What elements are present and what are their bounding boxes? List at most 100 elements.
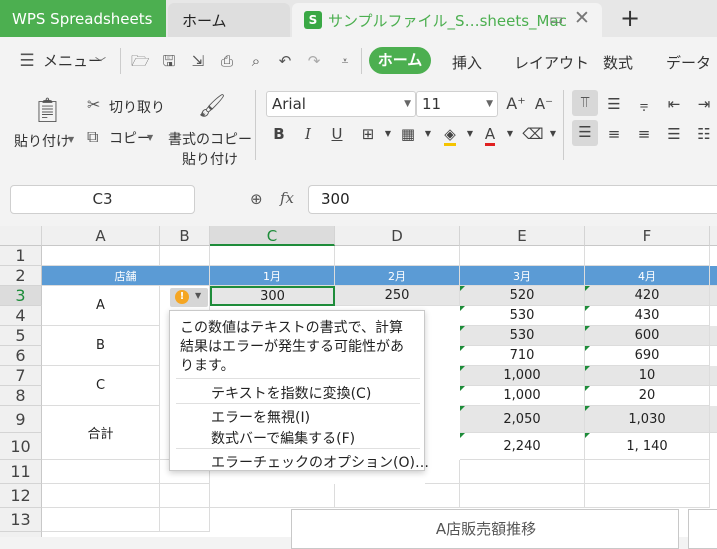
row-header[interactable]: 8 [0, 386, 42, 406]
chevron-down-icon[interactable]: ▼ [68, 135, 74, 144]
cell-a2[interactable]: 店舗 [42, 266, 210, 286]
cell-a3[interactable]: A [42, 286, 160, 326]
menu-tab-layout[interactable]: レイアウト [514, 52, 589, 73]
cell-d3[interactable]: 250 [335, 286, 460, 306]
cell-a9[interactable]: 合計 [42, 406, 160, 460]
row-header[interactable]: 2 [0, 266, 42, 286]
open-folder-icon[interactable]: 🗁 [131, 52, 150, 70]
error-check-button[interactable]: ! ▼ [170, 288, 208, 307]
print-icon[interactable]: ⎙ [218, 52, 236, 70]
col-header-a[interactable]: A [42, 226, 160, 246]
cell-d2[interactable]: 2月 [335, 266, 460, 286]
cell-e12[interactable] [460, 484, 585, 508]
align-middle-icon[interactable]: ☰ [602, 92, 626, 116]
copy-button[interactable]: コピー [109, 128, 151, 148]
cell-a12[interactable] [42, 484, 160, 508]
row-header[interactable]: 7 [0, 366, 42, 386]
cell-f3[interactable]: 420 [585, 286, 710, 306]
hamburger-icon[interactable]: ☰ [18, 52, 36, 70]
cell-f12[interactable] [585, 484, 710, 508]
copy-icon[interactable]: ⧉ [87, 127, 98, 147]
cell-g5[interactable] [710, 326, 717, 346]
cell-a5[interactable]: B [42, 326, 160, 366]
row-header[interactable]: 13 [0, 508, 42, 532]
paste-icon[interactable]: 📋︎ [32, 96, 62, 124]
distribute-icon[interactable]: ☷ [692, 122, 716, 146]
align-bottom-icon[interactable]: ⩦ [632, 92, 656, 116]
paste-button[interactable]: 貼り付け [14, 131, 70, 151]
cell-g2[interactable] [710, 266, 717, 286]
cut-button[interactable]: 切り取り [109, 97, 165, 117]
more-icon[interactable]: ⩡ [336, 52, 354, 70]
cell-e3[interactable]: 520 [460, 286, 585, 306]
align-right-icon[interactable]: ≡ [632, 122, 656, 146]
row-header[interactable]: 6 [0, 346, 42, 366]
cell-g3[interactable] [710, 286, 717, 306]
cell-e9[interactable]: 2,050 [460, 406, 585, 433]
cell-a13[interactable] [42, 508, 160, 532]
cell-f11[interactable] [585, 460, 710, 484]
cell-f5[interactable]: 600 [585, 326, 710, 346]
close-icon[interactable]: ✕ [574, 7, 590, 29]
row-header[interactable]: 10 [0, 433, 42, 460]
cell-a11[interactable] [42, 460, 160, 484]
print-preview-icon[interactable]: ⌕ [247, 52, 265, 70]
row-header[interactable]: 11 [0, 460, 42, 484]
fx-icon[interactable]: fx [280, 189, 294, 207]
cell-e1[interactable] [460, 246, 585, 266]
col-header-f[interactable]: F [585, 226, 710, 246]
underline-button[interactable]: U [325, 122, 349, 146]
cell-e8[interactable]: 1,000 [460, 386, 585, 406]
cell-a7[interactable]: C [42, 366, 160, 406]
monitor-icon[interactable]: ▭ [549, 10, 563, 28]
italic-button[interactable]: I [296, 122, 320, 146]
decrease-font-icon[interactable]: A⁻ [532, 92, 556, 116]
cell-f1[interactable] [585, 246, 710, 266]
tab-home[interactable]: ホーム [168, 3, 290, 37]
row-header[interactable]: 4 [0, 306, 42, 326]
cell-f9[interactable]: 1,030 [585, 406, 710, 433]
indent-decrease-icon[interactable]: ⇤ [662, 92, 686, 116]
row-header[interactable]: 9 [0, 406, 42, 433]
font-family-select[interactable]: Arial ▼ [266, 91, 416, 117]
cell-c12[interactable] [210, 484, 335, 508]
undo-icon[interactable]: ↶ [276, 52, 294, 70]
select-all-corner[interactable] [0, 226, 42, 246]
error-check-options-item[interactable]: エラーチェックのオプション(O)… [211, 452, 429, 472]
cell-c3-selected[interactable]: 300 [210, 286, 335, 306]
col-header-e[interactable]: E [460, 226, 585, 246]
cell-e5[interactable]: 530 [460, 326, 585, 346]
cell-g7[interactable] [710, 366, 717, 386]
row-header[interactable]: 1 [0, 246, 42, 266]
row-header[interactable]: 12 [0, 484, 42, 508]
bold-button[interactable]: B [267, 122, 291, 146]
cell-c2[interactable]: 1月 [210, 266, 335, 286]
row-header[interactable]: 14 [0, 532, 42, 537]
export-icon[interactable]: ⇲ [189, 52, 207, 70]
cell-f6[interactable]: 690 [585, 346, 710, 366]
cell-f4[interactable]: 430 [585, 306, 710, 326]
redo-icon[interactable]: ↷ [305, 52, 323, 70]
new-tab-icon[interactable]: + [620, 4, 640, 32]
chevron-down-icon[interactable]: ▼ [147, 133, 153, 142]
formula-input[interactable]: 300 [308, 185, 717, 214]
cell-g9[interactable] [710, 406, 717, 433]
zoom-formula-icon[interactable]: ⊕ [250, 190, 263, 208]
col-header-g[interactable] [710, 226, 717, 246]
cell-f10[interactable]: 1, 140 [585, 433, 710, 460]
cell-e11[interactable] [460, 460, 585, 484]
col-header-b[interactable]: B [160, 226, 210, 246]
cell-b1[interactable] [160, 246, 210, 266]
align-center-icon[interactable]: ≡ [602, 122, 626, 146]
cell-e7[interactable]: 1,000 [460, 366, 585, 386]
cell-e10[interactable]: 2,240 [460, 433, 585, 460]
cell-f8[interactable]: 20 [585, 386, 710, 406]
col-header-c[interactable]: C [210, 226, 335, 246]
menu-button[interactable]: メニュー [43, 50, 103, 71]
cell-e6[interactable]: 710 [460, 346, 585, 366]
save-icon[interactable]: 🖫 [160, 52, 178, 70]
cell-e2[interactable]: 3月 [460, 266, 585, 286]
chevron-down-icon[interactable]: ▼ [498, 122, 522, 146]
ignore-error-item[interactable]: エラーを無視(I) [211, 407, 310, 427]
name-box[interactable]: C3 [10, 185, 195, 214]
